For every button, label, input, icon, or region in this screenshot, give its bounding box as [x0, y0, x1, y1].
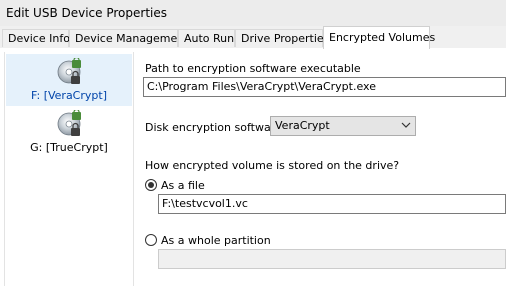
- radio-selected-dot: [148, 182, 154, 188]
- file-path-input[interactable]: F:\testvcvol1.vc: [158, 194, 506, 214]
- tab-encrypted-volumes[interactable]: Encrypted Volumes: [323, 26, 435, 49]
- drive-item-g[interactable]: G: [TrueCrypt]: [6, 106, 132, 158]
- as-file-label[interactable]: As a file: [161, 179, 205, 192]
- drive-label: G: [TrueCrypt]: [30, 141, 108, 154]
- path-label: Path to encryption software executable: [145, 62, 361, 75]
- tab-strip: Device Info Device Management Auto Run D…: [0, 26, 506, 49]
- as-partition-radio[interactable]: [145, 234, 157, 246]
- tab-drive-properties[interactable]: Drive Properties: [235, 29, 329, 47]
- software-select-value: VeraCrypt: [275, 119, 330, 132]
- tab-device-info[interactable]: Device Info: [2, 29, 70, 47]
- as-partition-label[interactable]: As a whole partition: [161, 234, 271, 247]
- tab-label: Drive Properties: [241, 32, 330, 45]
- drive-label: F: [VeraCrypt]: [31, 89, 107, 102]
- tab-label: Device Info: [8, 32, 70, 45]
- tab-device-management[interactable]: Device Management: [69, 29, 189, 47]
- tab-label: Device Management: [75, 32, 189, 45]
- window-title: Edit USB Device Properties: [6, 6, 167, 20]
- as-file-radio[interactable]: [145, 179, 157, 191]
- storage-label: How encrypted volume is stored on the dr…: [145, 159, 400, 172]
- tab-panel: F: [VeraCrypt] G: [TrueCrypt] Path to en…: [0, 48, 506, 286]
- chevron-down-icon: [401, 122, 411, 128]
- partition-select: [158, 249, 506, 269]
- drive-list[interactable]: F: [VeraCrypt] G: [TrueCrypt]: [4, 52, 134, 286]
- tab-label: Auto Run: [184, 32, 235, 45]
- software-select[interactable]: VeraCrypt: [270, 116, 416, 136]
- encrypted-disk-icon: [57, 110, 81, 136]
- encrypted-disk-icon: [57, 58, 81, 84]
- drive-item-f[interactable]: F: [VeraCrypt]: [6, 54, 132, 106]
- tab-label: Encrypted Volumes: [329, 31, 436, 44]
- path-input[interactable]: C:\Program Files\VeraCrypt\VeraCrypt.exe: [143, 77, 506, 97]
- title-bar: Edit USB Device Properties: [0, 0, 506, 26]
- software-label: Disk encryption software: [145, 121, 282, 134]
- tab-auto-run[interactable]: Auto Run: [178, 29, 235, 47]
